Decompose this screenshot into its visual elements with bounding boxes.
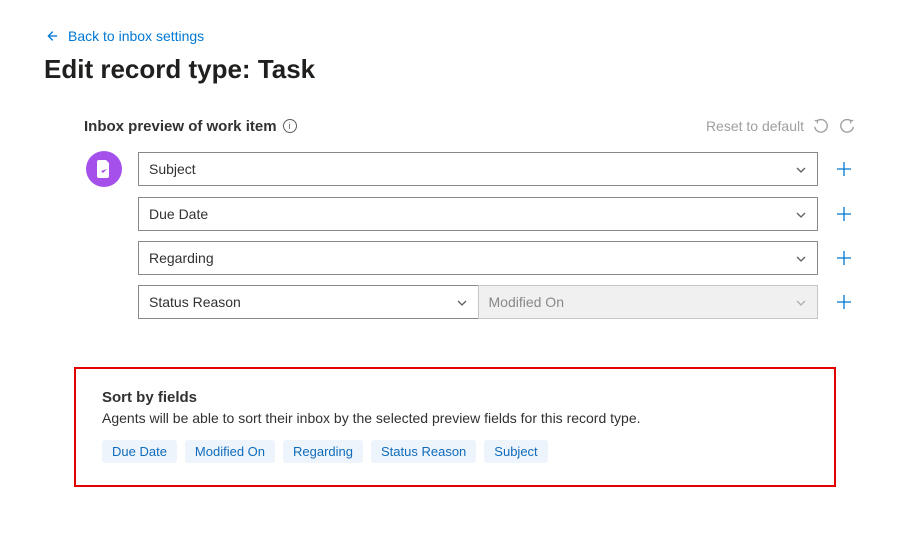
back-link[interactable]: Back to inbox settings — [44, 28, 204, 44]
arrow-left-icon — [44, 29, 58, 43]
chevron-down-icon — [456, 296, 468, 308]
sort-chips-container: Due Date Modified On Regarding Status Re… — [102, 440, 808, 463]
info-icon[interactable]: i — [283, 119, 297, 133]
select-value: Status Reason — [149, 294, 241, 310]
preview-row: Due Date — [84, 197, 856, 231]
chevron-down-icon — [795, 252, 807, 264]
sort-description: Agents will be able to sort their inbox … — [102, 410, 808, 426]
back-link-label: Back to inbox settings — [68, 28, 204, 44]
sort-title: Sort by fields — [102, 389, 808, 406]
page-title: Edit record type: Task — [44, 54, 856, 85]
chevron-down-icon — [795, 296, 807, 308]
sort-chip[interactable]: Subject — [484, 440, 547, 463]
sort-chip[interactable]: Regarding — [283, 440, 363, 463]
chevron-down-icon — [795, 208, 807, 220]
preview-row: Subject — [84, 151, 856, 187]
preview-field-select[interactable]: Due Date — [138, 197, 818, 231]
record-type-badge — [86, 151, 122, 187]
select-value: Regarding — [149, 250, 214, 266]
redo-icon[interactable] — [838, 117, 856, 135]
select-value: Due Date — [149, 206, 208, 222]
add-field-button[interactable] — [832, 290, 856, 314]
preview-field-select[interactable]: Status Reason — [138, 285, 479, 319]
preview-section-label: Inbox preview of work item i — [84, 118, 297, 135]
select-value: Subject — [149, 161, 196, 177]
preview-section-text: Inbox preview of work item — [84, 118, 277, 135]
preview-field-select[interactable]: Regarding — [138, 241, 818, 275]
preview-row: Status Reason Modified On — [84, 285, 856, 319]
undo-icon[interactable] — [812, 117, 830, 135]
preview-field-select[interactable]: Subject — [138, 152, 818, 186]
preview-field-secondary-select: Modified On — [478, 285, 819, 319]
chevron-down-icon — [795, 163, 807, 175]
preview-row: Regarding — [84, 241, 856, 275]
sort-chip[interactable]: Modified On — [185, 440, 275, 463]
reset-to-default-button[interactable]: Reset to default — [706, 118, 804, 134]
sort-by-fields-section: Sort by fields Agents will be able to so… — [74, 367, 836, 487]
add-field-button[interactable] — [832, 246, 856, 270]
add-field-button[interactable] — [832, 157, 856, 181]
sort-chip[interactable]: Due Date — [102, 440, 177, 463]
sort-chip[interactable]: Status Reason — [371, 440, 476, 463]
add-field-button[interactable] — [832, 202, 856, 226]
select-value: Modified On — [489, 294, 564, 310]
